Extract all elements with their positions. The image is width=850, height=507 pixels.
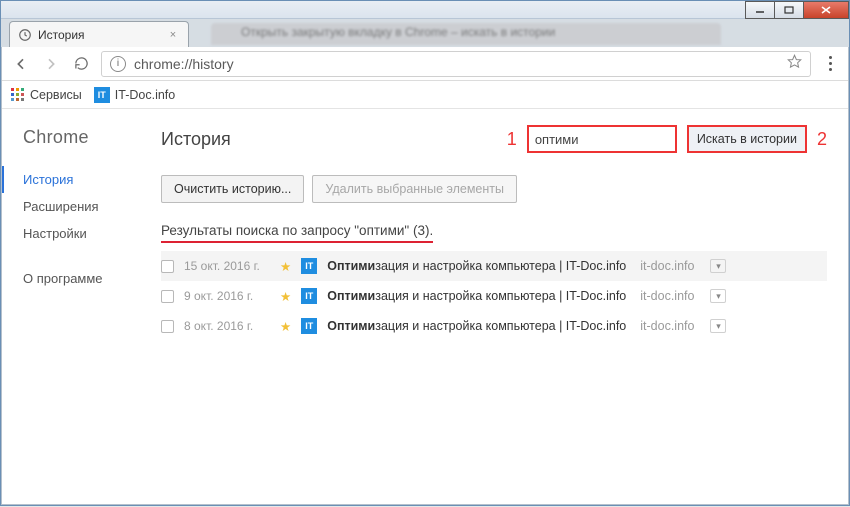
bookmark-item[interactable]: IT IT-Doc.info (94, 87, 175, 103)
row-domain: it-doc.info (640, 259, 694, 273)
row-date: 15 окт. 2016 г. (184, 259, 270, 273)
it-favicon-icon: IT (94, 87, 110, 103)
history-row[interactable]: 9 окт. 2016 г. ★ IT Оптимизация и настро… (161, 281, 827, 311)
history-search-input[interactable] (527, 125, 677, 153)
background-tab-title: Открыть закрытую вкладку в Chrome – иска… (241, 25, 555, 39)
history-main: История 1 Искать в истории 2 Очистить ис… (151, 109, 849, 507)
browser-menu-button[interactable] (821, 56, 839, 71)
back-button[interactable] (11, 54, 31, 74)
page-title: История (161, 129, 231, 150)
apps-shortcut[interactable]: Сервисы (11, 88, 82, 102)
sidebar-item-label: Настройки (23, 226, 87, 241)
reload-button[interactable] (71, 54, 91, 74)
row-title: Оптимизация и настройка компьютера | IT-… (327, 289, 626, 303)
annotation-2: 2 (817, 129, 827, 150)
browser-window: Открыть закрытую вкладку в Chrome – иска… (0, 0, 850, 506)
row-checkbox[interactable] (161, 290, 174, 303)
bookmark-star-icon: ★ (280, 259, 291, 274)
clear-history-button[interactable]: Очистить историю... (161, 175, 304, 203)
sidebar-item-label: Расширения (23, 199, 99, 214)
url-text: chrome://history (134, 56, 234, 72)
row-actions-button[interactable]: ▾ (710, 259, 726, 273)
history-search-button[interactable]: Искать в истории (687, 125, 807, 153)
delete-selected-button[interactable]: Удалить выбранные элементы (312, 175, 517, 203)
window-controls (746, 1, 849, 19)
annotation-1: 1 (507, 129, 517, 150)
tab-strip: Открыть закрытую вкладку в Chrome – иска… (1, 19, 849, 47)
row-checkbox[interactable] (161, 260, 174, 273)
history-row[interactable]: 8 окт. 2016 г. ★ IT Оптимизация и настро… (161, 311, 827, 341)
search-results-summary: Результаты поиска по запросу "оптими" (3… (161, 223, 433, 243)
bookmark-star-icon: ★ (280, 289, 291, 304)
row-domain: it-doc.info (640, 289, 694, 303)
sidebar-item-label: История (23, 172, 73, 187)
window-close-button[interactable] (803, 1, 849, 19)
bookmark-star-icon: ★ (280, 319, 291, 334)
tab-close-button[interactable]: × (166, 28, 180, 42)
tab-title: История (38, 28, 85, 42)
row-title: Оптимизация и настройка компьютера | IT-… (327, 319, 626, 333)
window-minimize-button[interactable] (745, 1, 775, 19)
bookmark-star-icon[interactable] (787, 54, 802, 74)
sidebar-item-extensions[interactable]: Расширения (23, 193, 151, 220)
row-checkbox[interactable] (161, 320, 174, 333)
history-row[interactable]: 15 окт. 2016 г. ★ IT Оптимизация и настр… (161, 251, 827, 281)
it-favicon-icon: IT (301, 288, 317, 304)
sidebar: Chrome История Расширения Настройки О пр… (1, 109, 151, 507)
row-actions-button[interactable]: ▾ (710, 289, 726, 303)
bookmarks-bar: Сервисы IT IT-Doc.info (1, 81, 849, 109)
sidebar-item-settings[interactable]: Настройки (23, 220, 151, 247)
row-domain: it-doc.info (640, 319, 694, 333)
sidebar-item-history[interactable]: История (1, 166, 151, 193)
row-date: 8 окт. 2016 г. (184, 319, 270, 333)
it-favicon-icon: IT (301, 258, 317, 274)
apps-label: Сервисы (30, 88, 82, 102)
toolbar: i chrome://history (1, 47, 849, 81)
row-date: 9 окт. 2016 г. (184, 289, 270, 303)
window-maximize-button[interactable] (774, 1, 804, 19)
sidebar-item-about[interactable]: О программе (23, 265, 151, 292)
row-actions-button[interactable]: ▾ (710, 319, 726, 333)
site-info-icon[interactable]: i (110, 56, 126, 72)
row-title: Оптимизация и настройка компьютера | IT-… (327, 259, 626, 273)
history-list: 15 окт. 2016 г. ★ IT Оптимизация и настр… (161, 251, 827, 341)
apps-icon (11, 88, 25, 102)
history-icon (18, 28, 32, 42)
forward-button[interactable] (41, 54, 61, 74)
brand-title: Chrome (23, 127, 151, 148)
bookmark-label: IT-Doc.info (115, 88, 175, 102)
os-titlebar (1, 1, 849, 19)
address-bar[interactable]: i chrome://history (101, 51, 811, 77)
settings-page: Chrome История Расширения Настройки О пр… (1, 109, 849, 507)
tab-history[interactable]: История × (9, 21, 189, 47)
it-favicon-icon: IT (301, 318, 317, 334)
sidebar-item-label: О программе (23, 271, 103, 286)
